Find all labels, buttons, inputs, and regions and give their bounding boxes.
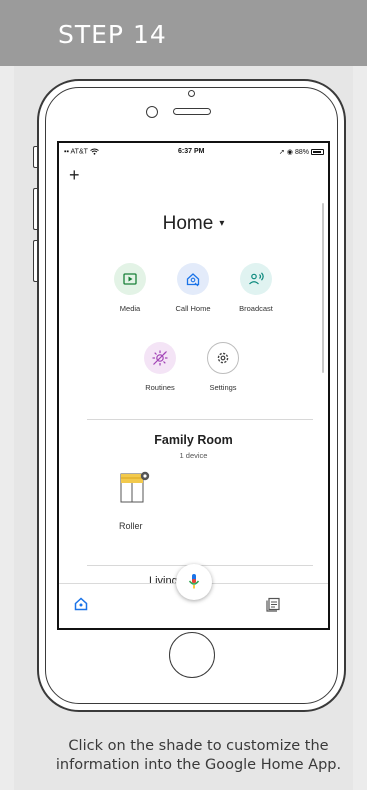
location-icon: ➚	[279, 149, 285, 156]
carrier-signal: ▪▪ AT&T	[64, 148, 99, 155]
step-header: STEP 14	[0, 0, 367, 66]
media-button[interactable]: Media	[100, 263, 160, 313]
battery-percent: 88%	[294, 148, 309, 156]
chevron-down-icon: ▾	[219, 218, 225, 229]
media-icon	[114, 263, 146, 295]
home-selector[interactable]: Home ▾	[59, 213, 328, 235]
settings-icon	[207, 342, 239, 374]
add-button[interactable]: +	[69, 165, 80, 186]
alarm-icon: ◉	[286, 149, 293, 156]
phone-mute-switch	[33, 146, 37, 168]
routines-icon	[144, 342, 176, 374]
feed-tab[interactable]	[265, 596, 281, 616]
broadcast-label: Broadcast	[239, 304, 273, 313]
broadcast-icon	[240, 263, 272, 295]
step-caption: Click on the shade to customize the info…	[55, 738, 342, 773]
media-label: Media	[119, 304, 141, 313]
settings-label: Settings	[209, 383, 237, 392]
status-bar: ▪▪ AT&T 6:37 PM ➚ ◉ 88%	[59, 143, 328, 161]
battery-icon	[311, 149, 324, 155]
call-home-button[interactable]: Call Home	[163, 263, 223, 313]
device-label[interactable]: Roller	[119, 521, 143, 531]
broadcast-button[interactable]: Broadcast	[226, 263, 286, 313]
roller-shade-icon[interactable]	[119, 471, 150, 505]
phone-sensor	[188, 90, 195, 97]
routines-label: Routines	[145, 383, 175, 392]
phone-volume-down-button	[33, 240, 37, 282]
phone-volume-up-button	[33, 188, 37, 230]
status-right: ➚ ◉ 88%	[279, 148, 324, 156]
phone-home-button[interactable]	[169, 632, 215, 678]
microphone-button[interactable]	[176, 564, 212, 600]
status-time: 6:37 PM	[178, 148, 205, 155]
microphone-icon	[188, 574, 200, 589]
call-home-label: Call Home	[175, 304, 211, 313]
home-icon	[74, 597, 88, 611]
phone-screen: ▪▪ AT&T 6:37 PM ➚ ◉ 88% + Home ▾ Media C…	[57, 141, 330, 630]
settings-button[interactable]: Settings	[193, 342, 253, 392]
scrollbar[interactable]	[322, 203, 324, 373]
call-home-icon	[177, 263, 209, 295]
phone-camera	[146, 106, 158, 118]
step-title: STEP 14	[58, 20, 167, 49]
section-divider	[87, 419, 313, 420]
wifi-icon	[89, 148, 99, 155]
phone-speaker	[173, 108, 211, 115]
carrier-label: AT&T	[70, 148, 88, 156]
home-tab[interactable]	[73, 596, 89, 616]
feed-icon	[266, 597, 280, 612]
home-title: Home	[162, 213, 214, 234]
room-device-count: 1 device	[179, 451, 208, 460]
routines-button[interactable]: Routines	[130, 342, 190, 392]
room-title: Family Room	[154, 433, 233, 447]
